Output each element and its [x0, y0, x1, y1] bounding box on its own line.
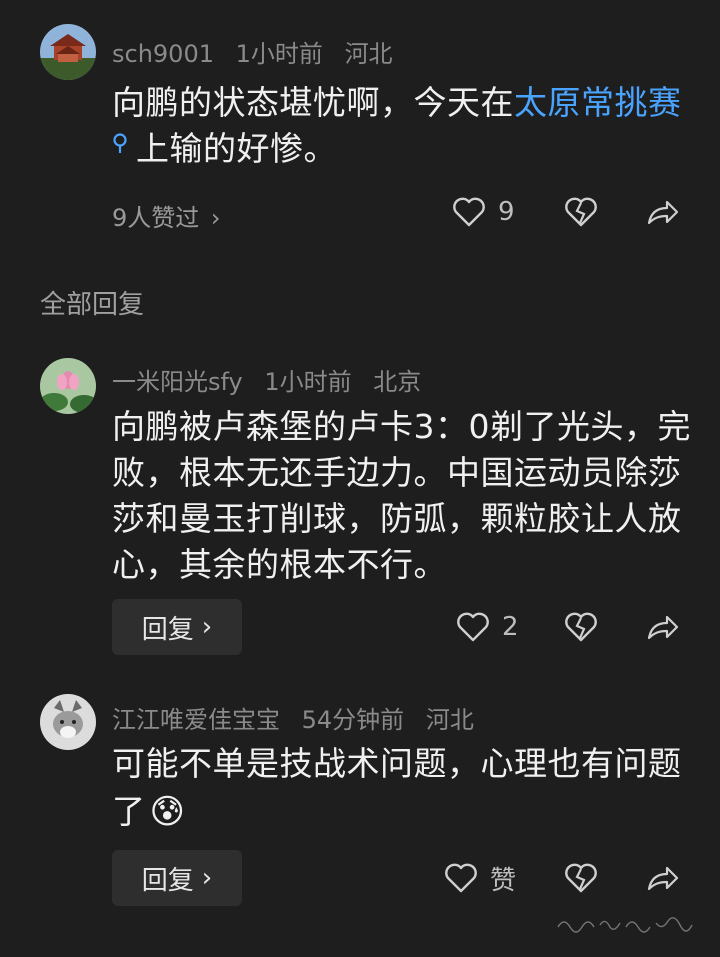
share-icon: [647, 866, 679, 891]
chevron-right-icon: ›: [210, 204, 221, 232]
search-icon: [113, 133, 127, 153]
reply-button[interactable]: 回复 ›: [112, 599, 242, 655]
chevron-right-icon: ›: [201, 612, 213, 642]
avatar[interactable]: [40, 358, 96, 414]
share-button[interactable]: [646, 192, 680, 232]
heart-icon: [453, 197, 485, 227]
chevron-right-icon: ›: [201, 863, 213, 893]
broken-heart-icon: [565, 612, 597, 642]
like-label: 赞: [490, 865, 517, 896]
like-button[interactable]: 2: [456, 607, 519, 647]
username[interactable]: sch9001: [112, 40, 214, 68]
timestamp: 54分钟前: [301, 706, 405, 734]
broken-heart-icon: [565, 863, 597, 893]
post-text-after: 上输的好惨。: [136, 129, 337, 168]
timestamp: 1小时前: [264, 368, 352, 396]
wolf-avatar-image: [40, 694, 96, 750]
avatar[interactable]: [40, 694, 96, 750]
like-button[interactable]: 9: [452, 192, 515, 232]
post-text: 向鹏的状态堪忧啊，今天在太原常挑赛上输的好惨。: [112, 80, 692, 172]
post-meta: sch9001 1小时前 河北: [112, 34, 407, 69]
like-count: 2: [502, 612, 519, 642]
heart-icon: [445, 863, 477, 893]
like-button[interactable]: 赞: [444, 858, 516, 898]
timestamp: 1小时前: [235, 40, 323, 68]
reply-meta: 一米阳光sfy 1小时前 北京: [112, 362, 435, 397]
post-text-before: 向鹏的状态堪忧啊，今天在: [112, 83, 514, 122]
likers-link[interactable]: 9人赞过 ›: [112, 198, 221, 233]
share-button[interactable]: [646, 607, 680, 647]
location: 河北: [344, 40, 393, 68]
username[interactable]: 江江唯爱佳宝宝: [112, 706, 280, 734]
heart-icon: [457, 612, 489, 642]
reply-text: 向鹏被卢森堡的卢卡3：0剃了光头，完败，根本无还手边力。中国运动员除莎莎和曼玉打…: [112, 407, 691, 584]
share-icon: [647, 200, 679, 225]
reply-button[interactable]: 回复 ›: [112, 850, 242, 906]
reply-meta: 江江唯爱佳宝宝 54分钟前 河北: [112, 700, 488, 735]
watermark-signature: [557, 917, 693, 933]
avatar[interactable]: [40, 24, 96, 80]
reply-text: 可能不单是技战术问题，心理也有问题了 😰: [112, 744, 682, 832]
dislike-button[interactable]: [564, 858, 598, 898]
location: 北京: [373, 368, 422, 396]
dislike-button[interactable]: [564, 192, 598, 232]
section-title: 全部回复: [40, 290, 145, 320]
like-count: 9: [498, 197, 515, 227]
share-icon: [647, 615, 679, 640]
location: 河北: [425, 706, 474, 734]
username[interactable]: 一米阳光sfy: [112, 368, 243, 396]
dislike-button[interactable]: [564, 607, 598, 647]
pavilion-avatar-image: [40, 24, 96, 80]
crying-emoji: 😰: [149, 792, 186, 832]
broken-heart-icon: [565, 197, 597, 227]
share-button[interactable]: [646, 858, 680, 898]
lotus-avatar-image: [40, 358, 96, 414]
